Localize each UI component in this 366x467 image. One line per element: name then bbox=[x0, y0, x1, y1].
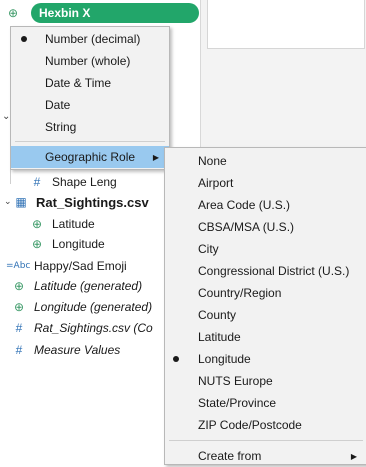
menu-separator bbox=[169, 440, 363, 441]
chevron-down-icon[interactable]: ⌄ bbox=[4, 196, 12, 207]
field-latitude-generated[interactable]: ⊕ Latitude (generated) bbox=[12, 276, 142, 296]
field-longitude[interactable]: ⊕ Longitude bbox=[30, 234, 105, 254]
field-latitude[interactable]: ⊕ Latitude bbox=[30, 214, 95, 234]
menu-separator bbox=[15, 141, 165, 142]
geographic-role-menu: None Airport Area Code (U.S.) CBSA/MSA (… bbox=[164, 147, 366, 465]
menu-item-label: Geographic Role bbox=[45, 150, 136, 164]
field-longitude-generated[interactable]: ⊕ Longitude (generated) bbox=[12, 297, 152, 317]
abc-icon: =Abc bbox=[6, 261, 31, 271]
menu-item-label: City bbox=[198, 242, 219, 256]
menu-item-label: Date bbox=[45, 98, 71, 112]
menu-item-label: Number (decimal) bbox=[45, 32, 141, 46]
hash-icon: # bbox=[15, 343, 23, 357]
field-happy-sad-emoji[interactable]: =Abc Happy/Sad Emoji bbox=[6, 256, 127, 276]
globe-icon: ⊕ bbox=[13, 300, 25, 314]
pill-row: ⊕ bbox=[6, 3, 20, 23]
table-label: Rat_Sightings.csv bbox=[36, 194, 149, 210]
menu-item-label: County bbox=[198, 308, 237, 322]
menu-item-label: Country/Region bbox=[198, 286, 282, 300]
hash-icon: # bbox=[33, 175, 41, 189]
menu-item-label: Longitude bbox=[198, 352, 251, 366]
menu-item-latitude[interactable]: Latitude bbox=[165, 326, 366, 348]
menu-item-label: None bbox=[198, 154, 227, 168]
field-label: Shape Leng bbox=[52, 175, 117, 189]
globe-icon: ⊕ bbox=[31, 217, 43, 231]
menu-item-label: Area Code (U.S.) bbox=[198, 198, 291, 212]
menu-item-label: Congressional District (U.S.) bbox=[198, 264, 350, 278]
menu-item-number-whole[interactable]: Number (whole) bbox=[11, 50, 169, 72]
menu-item-zip-code[interactable]: ZIP Code/Postcode bbox=[165, 414, 366, 436]
selected-bullet-icon bbox=[173, 356, 179, 362]
field-label: Longitude (generated) bbox=[34, 300, 153, 314]
menu-item-label: State/Province bbox=[198, 396, 277, 410]
menu-item-cbsa-msa[interactable]: CBSA/MSA (U.S.) bbox=[165, 216, 366, 238]
menu-item-label: Airport bbox=[198, 176, 234, 190]
menu-item-longitude[interactable]: Longitude bbox=[165, 348, 366, 370]
menu-item-country-region[interactable]: Country/Region bbox=[165, 282, 366, 304]
field-rat-sightings-count[interactable]: # Rat_Sightings.csv (Co bbox=[12, 318, 153, 338]
selected-bullet-icon bbox=[21, 36, 27, 42]
menu-item-area-code[interactable]: Area Code (U.S.) bbox=[165, 194, 366, 216]
menu-item-date[interactable]: Date bbox=[11, 94, 169, 116]
menu-item-county[interactable]: County bbox=[165, 304, 366, 326]
field-label: Latitude bbox=[52, 217, 95, 231]
menu-item-label: CBSA/MSA (U.S.) bbox=[198, 220, 295, 234]
field-measure-values[interactable]: # Measure Values bbox=[12, 340, 121, 360]
globe-icon: ⊕ bbox=[13, 279, 25, 293]
field-label: Measure Values bbox=[34, 343, 121, 357]
menu-item-label: Number (whole) bbox=[45, 54, 131, 68]
menu-item-city[interactable]: City bbox=[165, 238, 366, 260]
menu-item-label: Date & Time bbox=[45, 76, 112, 90]
menu-item-state-province[interactable]: State/Province bbox=[165, 392, 366, 414]
hexbin-x-pill[interactable]: Hexbin X bbox=[31, 3, 199, 23]
menu-item-airport[interactable]: Airport bbox=[165, 172, 366, 194]
menu-item-none[interactable]: None bbox=[165, 150, 366, 172]
field-label: Rat_Sightings.csv (Co bbox=[34, 321, 153, 335]
menu-item-date-time[interactable]: Date & Time bbox=[11, 72, 169, 94]
menu-item-geographic-role[interactable]: Geographic Role ▶ bbox=[11, 146, 169, 168]
field-label: Happy/Sad Emoji bbox=[34, 259, 127, 273]
menu-item-label: ZIP Code/Postcode bbox=[198, 418, 302, 432]
menu-item-create-from[interactable]: Create from ▶ bbox=[165, 445, 366, 467]
menu-item-label: Latitude bbox=[198, 330, 241, 344]
field-label: Longitude bbox=[52, 237, 105, 251]
menu-item-nuts-europe[interactable]: NUTS Europe bbox=[165, 370, 366, 392]
menu-item-label: String bbox=[45, 120, 77, 134]
menu-item-number-decimal[interactable]: Number (decimal) bbox=[11, 28, 169, 50]
menu-item-congressional-district[interactable]: Congressional District (U.S.) bbox=[165, 260, 366, 282]
globe-icon: ⊕ bbox=[7, 6, 19, 20]
table-icon: ▦ bbox=[15, 195, 27, 209]
field-label: Latitude (generated) bbox=[34, 279, 143, 293]
submenu-arrow-icon: ▶ bbox=[350, 451, 357, 461]
menu-item-label: Create from bbox=[198, 449, 262, 463]
view-card bbox=[207, 0, 365, 49]
table-rat-sightings[interactable]: ⌄ ▦ Rat_Sightings.csv bbox=[4, 192, 149, 212]
menu-item-label: NUTS Europe bbox=[198, 374, 273, 388]
field-shape-leng[interactable]: # Shape Leng bbox=[30, 172, 117, 192]
globe-icon: ⊕ bbox=[31, 237, 43, 251]
submenu-arrow-icon: ▶ bbox=[152, 152, 159, 162]
hash-icon: # bbox=[15, 321, 23, 335]
menu-item-string[interactable]: String bbox=[11, 116, 169, 138]
data-type-menu: Number (decimal) Number (whole) Date & T… bbox=[10, 26, 170, 170]
tree-line bbox=[10, 170, 11, 184]
pill-label: Hexbin X bbox=[39, 6, 91, 20]
